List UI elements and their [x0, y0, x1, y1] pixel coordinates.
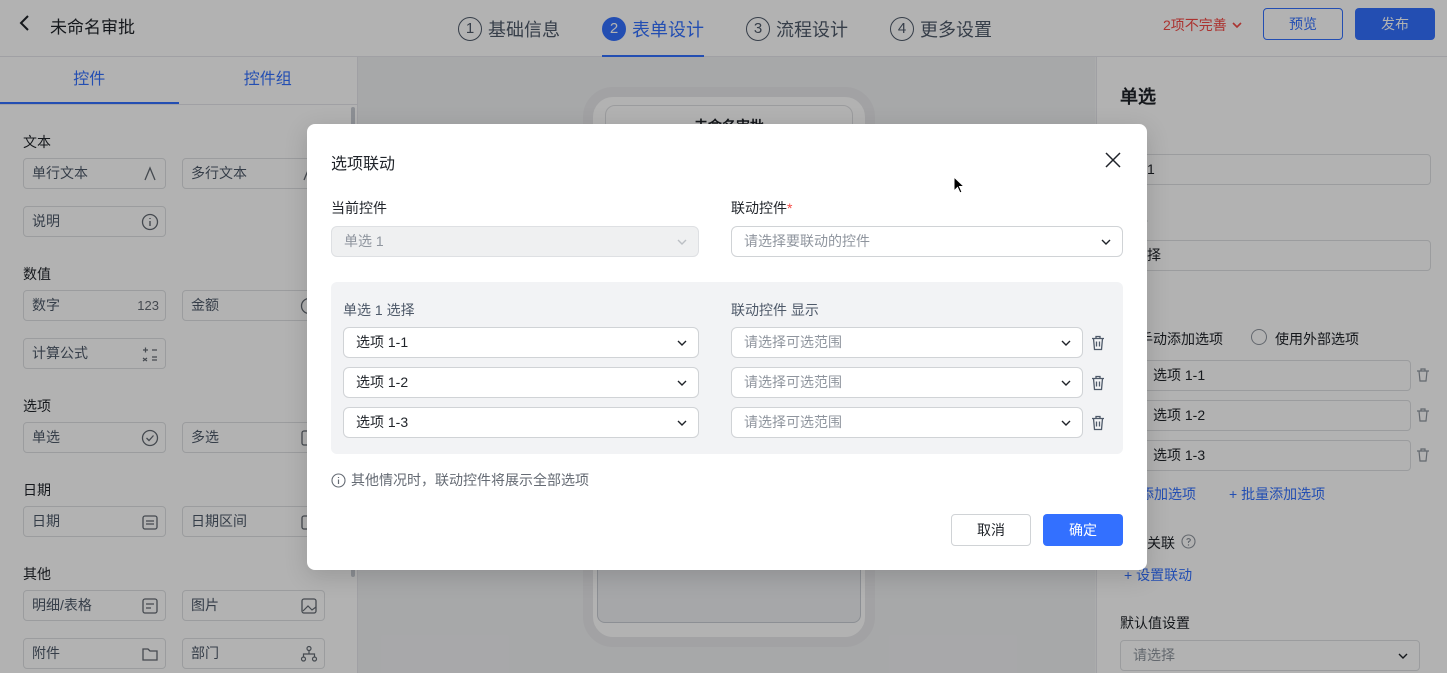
select-placeholder: 请选择要联动的控件 [744, 233, 870, 249]
required-mark: * [787, 200, 793, 216]
chevron-down-icon [677, 340, 687, 346]
chevron-down-icon [1061, 340, 1071, 346]
trash-icon[interactable] [1089, 334, 1107, 352]
source-column-header: 单选 1 选择 [343, 302, 415, 318]
chevron-down-icon [677, 420, 687, 426]
current-control-label: 当前控件 [331, 200, 387, 216]
target-range-select[interactable]: 请选择可选范围 [731, 327, 1083, 358]
target-range-select[interactable]: 请选择可选范围 [731, 367, 1083, 398]
source-option-select[interactable]: 选项 1-3 [343, 407, 699, 438]
linked-control-label: 联动控件* [731, 198, 792, 218]
target-column-header: 联动控件 显示 [731, 302, 819, 318]
source-option-select[interactable]: 选项 1-1 [343, 327, 699, 358]
mouse-cursor-icon [953, 176, 965, 194]
select-value: 选项 1-2 [356, 374, 409, 390]
info-icon [331, 472, 346, 488]
confirm-button[interactable]: 确定 [1043, 514, 1123, 546]
select-placeholder: 请选择可选范围 [744, 414, 842, 430]
note-text: 其他情况时，联动控件将展示全部选项 [351, 472, 589, 488]
current-control-select: 单选 1 [331, 226, 699, 257]
chevron-down-icon [677, 380, 687, 386]
chevron-down-icon [677, 239, 687, 245]
linkage-rules-panel: 单选 1 选择 联动控件 显示 选项 1-1 请选择可选范围 选项 1-2 请选… [331, 282, 1123, 454]
source-option-select[interactable]: 选项 1-2 [343, 367, 699, 398]
trash-icon[interactable] [1089, 414, 1107, 432]
chevron-down-icon [1061, 420, 1071, 426]
trash-icon[interactable] [1089, 374, 1107, 392]
linked-control-select[interactable]: 请选择要联动的控件 [731, 226, 1123, 257]
close-icon[interactable] [1103, 150, 1123, 170]
select-placeholder: 请选择可选范围 [744, 374, 842, 390]
linkage-note: 其他情况时，联动控件将展示全部选项 [331, 470, 589, 490]
select-value: 选项 1-1 [356, 334, 409, 350]
option-linkage-dialog: 选项联动 当前控件 联动控件* 单选 1 请选择要联动的控件 单选 1 选择 联… [307, 124, 1147, 570]
select-value: 选项 1-3 [356, 414, 409, 430]
select-placeholder: 请选择可选范围 [744, 334, 842, 350]
target-range-select[interactable]: 请选择可选范围 [731, 407, 1083, 438]
chevron-down-icon [1061, 380, 1071, 386]
chevron-down-icon [1101, 239, 1111, 245]
cancel-button[interactable]: 取消 [951, 514, 1031, 546]
dialog-title: 选项联动 [331, 156, 396, 173]
select-value: 单选 1 [344, 233, 384, 249]
linked-label-text: 联动控件 [731, 200, 787, 216]
